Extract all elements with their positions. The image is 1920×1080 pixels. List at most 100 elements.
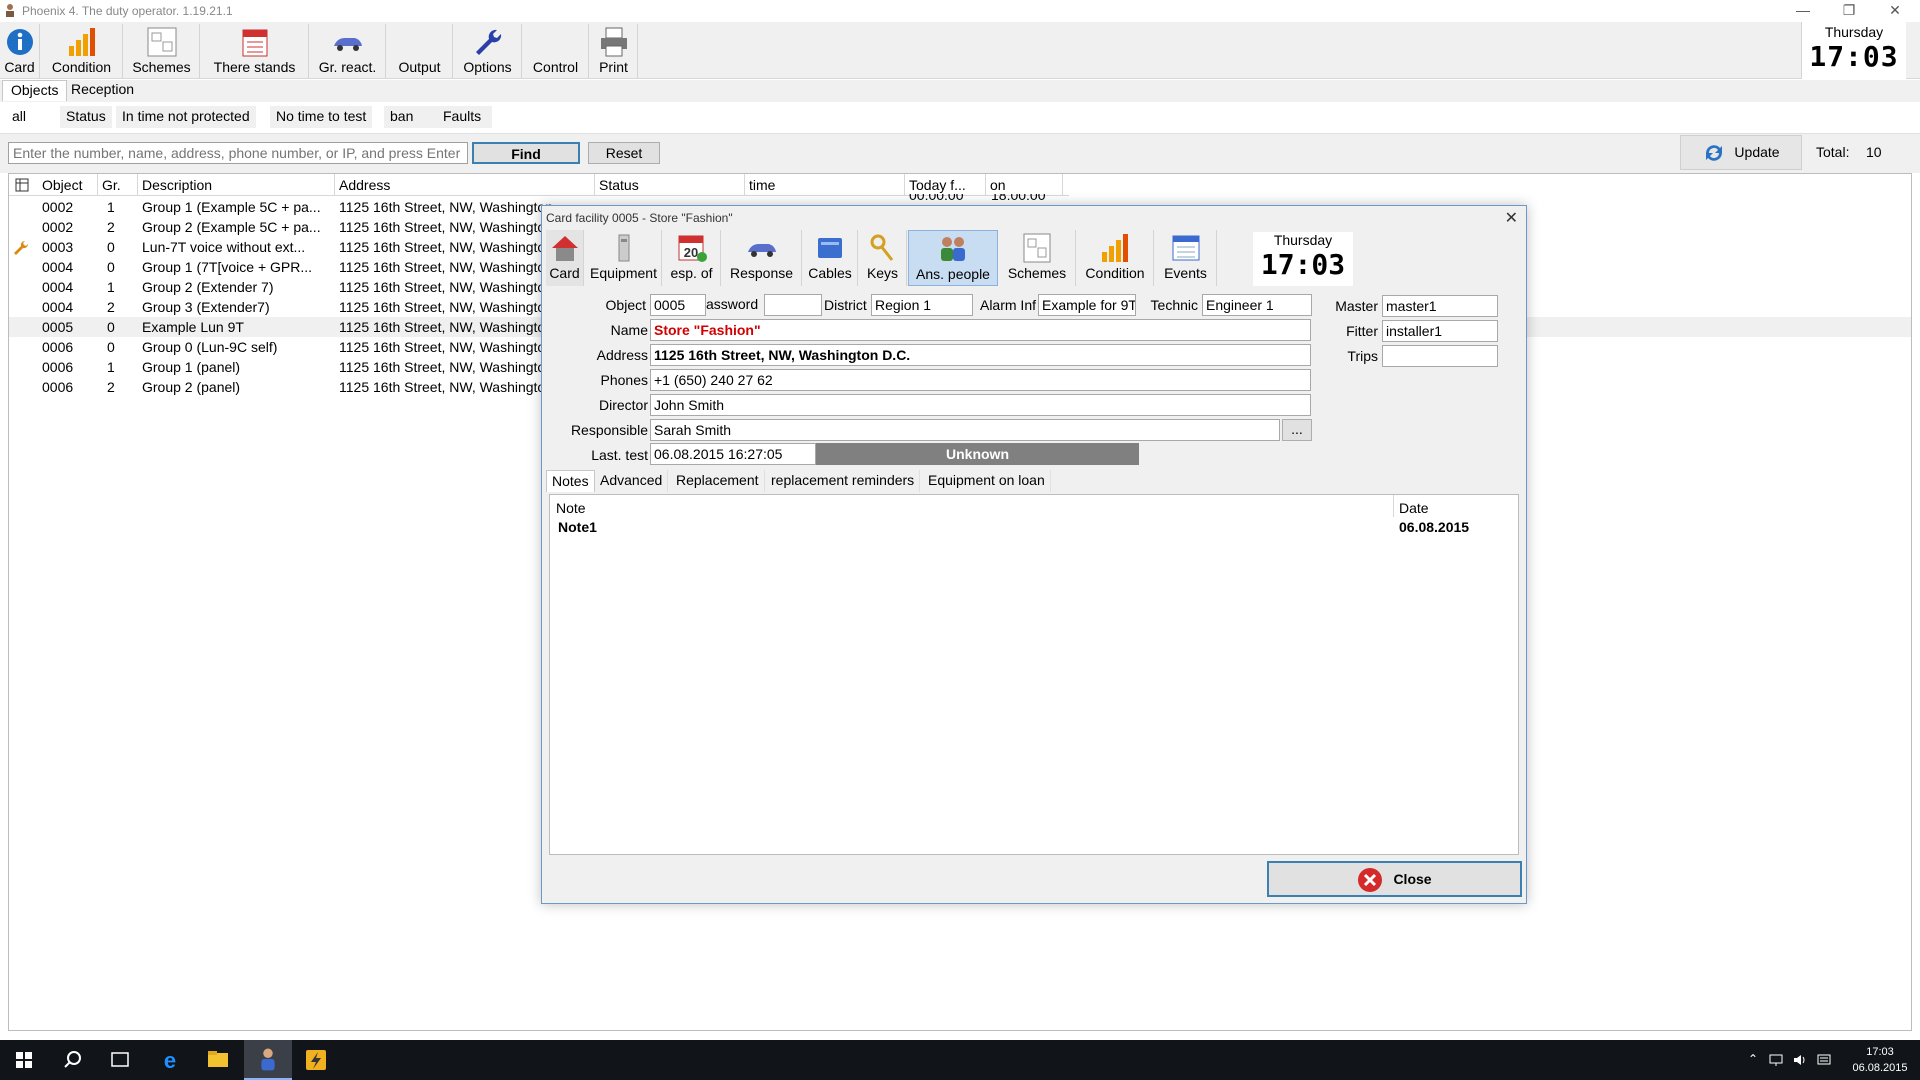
schemes-button[interactable]: Schemes bbox=[124, 24, 200, 78]
tab-reception[interactable]: Reception bbox=[63, 80, 142, 101]
app-icon bbox=[6, 4, 14, 17]
chevron-up-icon[interactable]: ⌃ bbox=[1748, 1052, 1758, 1066]
search-input[interactable] bbox=[8, 142, 468, 164]
col-note[interactable]: Note bbox=[556, 500, 586, 516]
keys-button[interactable]: Keys bbox=[859, 230, 907, 286]
filter-all[interactable]: all bbox=[6, 106, 62, 128]
control-button[interactable]: Control bbox=[523, 24, 589, 78]
find-button[interactable]: Find bbox=[472, 142, 580, 164]
options-button[interactable]: Options bbox=[454, 24, 522, 78]
col-on[interactable]: on bbox=[986, 177, 1066, 193]
cables-button[interactable]: Cables bbox=[803, 230, 858, 286]
phoenix-operator-taskbar-icon[interactable] bbox=[244, 1040, 292, 1080]
tab-objects[interactable]: Objects bbox=[2, 80, 68, 101]
col-today[interactable]: Today f... bbox=[905, 177, 985, 193]
car-icon bbox=[747, 244, 776, 257]
dialog-clock: Thursday 17:03 bbox=[1253, 232, 1353, 286]
edge-browser-icon[interactable]: e bbox=[146, 1040, 194, 1080]
master-label: Master bbox=[1335, 298, 1378, 314]
director-field[interactable]: John Smith bbox=[650, 394, 1311, 416]
col-object[interactable]: Object bbox=[38, 177, 96, 193]
password-field[interactable] bbox=[764, 294, 822, 316]
col-group[interactable]: Gr. bbox=[98, 177, 138, 193]
col-time[interactable]: time bbox=[745, 177, 905, 193]
filter-in-time-not-protected[interactable]: In time not protected bbox=[116, 106, 257, 128]
people-icon bbox=[941, 237, 965, 261]
last-test-label: Last. test bbox=[591, 447, 648, 463]
update-button[interactable]: Update bbox=[1680, 135, 1802, 170]
events-button[interactable]: Events bbox=[1155, 230, 1217, 286]
task-view-icon[interactable] bbox=[96, 1040, 144, 1080]
search-icon[interactable] bbox=[48, 1040, 96, 1080]
password-label: assword bbox=[706, 296, 759, 312]
equipment-button[interactable]: Equipment bbox=[586, 230, 662, 286]
group-reaction-button[interactable]: Gr. react. bbox=[310, 24, 386, 78]
response-button[interactable]: Response bbox=[722, 230, 802, 286]
dialog-title: Card facility 0005 - Store "Fashion" bbox=[546, 211, 733, 225]
last-test-field[interactable]: 06.08.2015 16:27:05 bbox=[650, 443, 816, 465]
filter-status[interactable]: Status bbox=[60, 106, 113, 128]
notification-icon[interactable] bbox=[1816, 1052, 1832, 1068]
reset-button[interactable]: Reset bbox=[588, 142, 660, 164]
title-bar: Phoenix 4. The duty operator. 1.19.21.1 … bbox=[0, 0, 1920, 22]
network-icon[interactable] bbox=[1768, 1052, 1784, 1068]
tab-replacement-reminders[interactable]: replacement reminders bbox=[766, 470, 921, 492]
address-field[interactable]: 1125 16th Street, NW, Washington D.C. bbox=[650, 344, 1311, 366]
card-tab-button[interactable]: Card bbox=[546, 230, 584, 286]
filter-ban[interactable]: ban bbox=[384, 106, 438, 128]
alarm-field[interactable]: Example for 9T bbox=[1038, 294, 1136, 316]
fitter-field[interactable]: installer1 bbox=[1382, 320, 1498, 342]
card-facility-dialog: Card facility 0005 - Store "Fashion" ✕ C… bbox=[541, 205, 1527, 904]
column-chooser-icon[interactable] bbox=[15, 178, 29, 192]
name-field[interactable]: Store "Fashion" bbox=[650, 319, 1311, 341]
tab-equipment-on-loan[interactable]: Equipment on loan bbox=[923, 470, 1051, 492]
taskbar: e ⌃ 17:03 06.08.2015 bbox=[0, 1040, 1920, 1080]
tab-advanced[interactable]: Advanced bbox=[595, 470, 669, 492]
dialog-schemes-button[interactable]: Schemes bbox=[999, 230, 1076, 286]
tab-notes[interactable]: Notes bbox=[546, 470, 595, 492]
notes-table: Note Date Note1 06.08.2015 bbox=[549, 494, 1519, 855]
esp-of-button[interactable]: 20 esp. of bbox=[663, 230, 721, 286]
col-address[interactable]: Address bbox=[335, 177, 585, 193]
calendar-icon: 20 bbox=[678, 235, 707, 262]
responsible-more-button[interactable]: ... bbox=[1282, 419, 1312, 441]
info-icon bbox=[6, 29, 33, 55]
col-status[interactable]: Status bbox=[595, 177, 745, 193]
dialog-condition-button[interactable]: Condition bbox=[1077, 230, 1154, 286]
volume-icon[interactable] bbox=[1792, 1052, 1808, 1068]
minimize-icon[interactable]: — bbox=[1788, 2, 1818, 18]
phones-field[interactable]: +1 (650) 240 27 62 bbox=[650, 369, 1311, 391]
clock-day: Thursday bbox=[1824, 24, 1884, 40]
close-window-icon[interactable]: ✕ bbox=[1880, 2, 1910, 19]
close-button[interactable]: Close bbox=[1267, 861, 1522, 897]
ans-people-button[interactable]: Ans. people bbox=[908, 230, 998, 286]
col-date[interactable]: Date bbox=[1399, 500, 1429, 516]
file-explorer-icon[interactable] bbox=[194, 1040, 242, 1080]
responsible-field[interactable]: Sarah Smith bbox=[650, 419, 1280, 441]
filter-no-time-to-test[interactable]: No time to test bbox=[270, 106, 374, 128]
main-tabs: Objects Reception bbox=[0, 80, 1920, 102]
total-value: 10 bbox=[1866, 144, 1882, 160]
lightning-app-icon[interactable] bbox=[292, 1040, 340, 1080]
condition-button[interactable]: Condition bbox=[41, 24, 123, 78]
close-icon[interactable]: ✕ bbox=[1505, 208, 1518, 228]
card-button[interactable]: Card bbox=[0, 24, 40, 78]
windows-start-icon[interactable] bbox=[0, 1040, 48, 1080]
master-field[interactable]: master1 bbox=[1382, 295, 1498, 317]
trips-field[interactable] bbox=[1382, 345, 1498, 367]
filter-faults[interactable]: Faults bbox=[437, 106, 493, 128]
device-icon bbox=[618, 234, 629, 262]
restore-icon[interactable]: ❐ bbox=[1834, 2, 1864, 19]
tray-clock[interactable]: 17:03 06.08.2015 bbox=[1850, 1044, 1910, 1076]
district-field[interactable]: Region 1 bbox=[871, 294, 973, 316]
col-description[interactable]: Description bbox=[138, 177, 334, 193]
there-stands-button[interactable]: There stands bbox=[201, 24, 309, 78]
status-badge: Unknown bbox=[816, 443, 1139, 465]
car-icon bbox=[333, 38, 362, 51]
object-field[interactable]: 0005 bbox=[650, 294, 706, 316]
technic-field[interactable]: Engineer 1 bbox=[1202, 294, 1312, 316]
tab-replacement[interactable]: Replacement bbox=[671, 470, 765, 492]
print-button[interactable]: Print bbox=[590, 24, 638, 78]
output-button[interactable]: Output bbox=[387, 24, 453, 78]
table-row[interactable]: Note1 06.08.2015 bbox=[550, 517, 1518, 537]
